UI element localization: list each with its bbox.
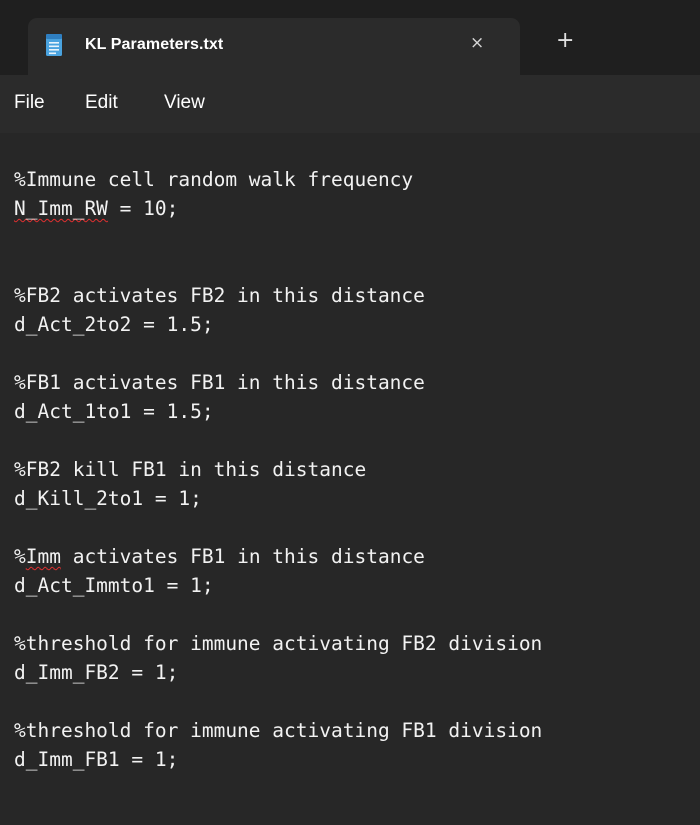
text-line: %threshold for immune activating FB2 div… [14,632,543,655]
text-line [14,513,542,542]
document-tab[interactable]: KL Parameters.txt × [28,18,520,75]
title-bar: KL Parameters.txt × + [0,0,700,75]
text-line [14,426,542,455]
text-line [14,339,542,368]
notepad-window: KL Parameters.txt × + File Edit View %Im… [0,0,700,825]
close-tab-icon[interactable]: × [470,33,484,53]
text-line: %FB2 activates FB2 in this distance [14,284,425,307]
text-line: d_Act_Immto1 = 1; [14,574,214,597]
spellcheck-underline: Imm [25,545,61,568]
spellcheck-underline: N_Imm_RW [14,197,108,220]
menu-view[interactable]: View [164,92,205,114]
text-line: %threshold for immune activating FB1 div… [14,719,543,742]
text-line: N_Imm_RW = 10; [14,197,179,220]
text-line: d_Kill_2to1 = 1; [14,487,202,510]
notepad-icon [46,34,62,56]
text-line: d_Act_1to1 = 1.5; [14,400,214,423]
new-tab-button[interactable]: + [556,28,574,53]
menu-edit[interactable]: Edit [85,92,118,114]
text-line: %FB2 kill FB1 in this distance [14,458,367,481]
text-line: d_Imm_FB2 = 1; [14,661,179,684]
text-line: d_Act_2to2 = 1.5; [14,313,214,336]
menu-bar: File Edit View [0,75,700,133]
text-line: %Immune cell random walk frequency [14,168,414,191]
text-line: %FB1 activates FB1 in this distance [14,371,425,394]
menu-file[interactable]: File [14,92,45,114]
text-line [14,252,542,281]
document-text: %Immune cell random walk frequency N_Imm_… [14,165,542,774]
text-line: d_Imm_FB1 = 1; [14,748,179,771]
text-line [14,223,542,252]
text-editor[interactable]: %Immune cell random walk frequency N_Imm_… [0,133,700,825]
text-line [14,687,542,716]
text-line [14,600,542,629]
text-line: %Imm activates FB1 in this distance [14,545,425,568]
tab-title: KL Parameters.txt [85,36,224,53]
